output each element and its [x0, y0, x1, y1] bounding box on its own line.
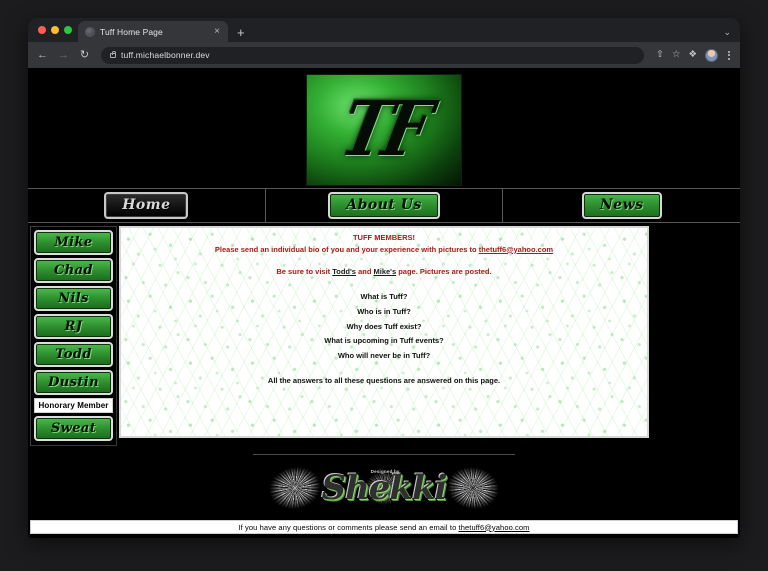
nav-cell-about-us: About Us [266, 189, 504, 222]
browser-toolbar: ← → ↻ tuff.michaelbonner.dev ⇧ ☆ ❖ [28, 42, 740, 68]
member-button-rj[interactable]: RJ [34, 314, 113, 339]
favicon-icon [85, 26, 95, 37]
designer-name: Shekki [321, 467, 448, 508]
todd-page-link[interactable]: Todd's [332, 267, 356, 276]
share-icon[interactable]: ⇧ [656, 50, 664, 60]
back-button[interactable]: ← [36, 49, 49, 61]
question-item: What is Tuff? [360, 292, 408, 302]
member-button-todd[interactable]: Todd [34, 342, 113, 367]
content-panel: TUFF MEMBERS! Please send an individual … [119, 226, 649, 438]
answers-line: All the answers to all these questions a… [267, 376, 501, 386]
chevron-down-icon[interactable]: ⌄ [723, 27, 731, 38]
tab-title: Tuff Home Page [100, 26, 163, 37]
site-banner: TF [28, 68, 740, 188]
member-button-sweat[interactable]: Sweat [34, 416, 113, 441]
nav-button-home[interactable]: Home [104, 192, 189, 219]
bio-email-link[interactable]: thetuff6@yahoo.com [479, 245, 553, 254]
footer-contact-line: If you have any questions or comments pl… [238, 523, 529, 532]
footer-email-link[interactable]: thetuff6@yahoo.com [459, 523, 530, 532]
address-bar[interactable]: tuff.michaelbonner.dev [101, 46, 644, 64]
bookmark-star-icon[interactable]: ☆ [672, 50, 681, 60]
question-item: Who will never be in Tuff? [337, 350, 431, 360]
page-body: Mike Chad Nils RJ Todd Dustin Honorary M… [28, 223, 740, 446]
question-item: Why does Tuff exist? [346, 321, 422, 331]
tuff-logo-text: TF [334, 85, 435, 174]
lock-icon [110, 51, 116, 58]
browser-tab[interactable]: Tuff Home Page × [78, 21, 228, 42]
question-item: What is upcoming in Tuff events? [324, 336, 444, 346]
minimize-window-button[interactable] [51, 26, 59, 34]
extensions-icon[interactable]: ❖ [688, 50, 697, 60]
profile-avatar[interactable] [705, 48, 718, 62]
window-controls [36, 18, 78, 42]
visit-suffix-text: page. Pictures are posted. [396, 267, 492, 277]
nav-button-news[interactable]: News [581, 192, 662, 219]
new-tab-button[interactable]: + [237, 26, 245, 39]
visit-pages-line: Be sure to visit Todd's and Mike's page.… [131, 267, 637, 276]
nav-cell-news: News [503, 189, 740, 222]
maximize-window-button[interactable] [64, 26, 72, 34]
designed-by-label: Designed by [370, 469, 400, 474]
members-sidebar: Mike Chad Nils RJ Todd Dustin Honorary M… [30, 226, 117, 446]
visit-prefix-text: Be sure to visit [276, 267, 333, 277]
visit-mid-text: and [355, 267, 374, 277]
member-button-dustin[interactable]: Dustin [34, 370, 113, 395]
page-footer: If you have any questions or comments pl… [30, 520, 738, 534]
content-heading-block: TUFF MEMBERS! Please send an individual … [131, 232, 637, 255]
browser-menu-icon[interactable] [726, 50, 732, 60]
forward-button[interactable]: → [57, 49, 70, 61]
member-button-nils[interactable]: Nils [34, 286, 113, 311]
honorary-member-label: Honorary Member [34, 398, 113, 413]
content-heading: TUFF MEMBERS! [352, 233, 416, 242]
member-button-mike[interactable]: Mike [34, 230, 113, 255]
address-bar-url: tuff.michaelbonner.dev [121, 50, 210, 60]
footer-text: If you have any questions or comments pl… [238, 522, 459, 532]
questions-list: What is Tuff? Who is in Tuff? Why does T… [131, 290, 637, 363]
close-tab-icon[interactable]: × [213, 26, 221, 37]
tab-strip: Tuff Home Page × + ⌄ [28, 18, 740, 42]
mike-page-link[interactable]: Mike's [374, 267, 397, 276]
page-viewport: TF Home About Us News Mike Chad Nils RJ [28, 68, 740, 538]
bio-request-line: Please send an individual bio of you and… [131, 244, 637, 256]
bio-request-text: Please send an individual bio of you and… [214, 244, 479, 254]
member-button-chad[interactable]: Chad [34, 258, 113, 283]
browser-window: Tuff Home Page × + ⌄ ← → ↻ tuff.michaelb… [28, 18, 740, 538]
close-window-button[interactable] [38, 26, 46, 34]
shekki-graphic: Designed by Shekki [253, 454, 515, 520]
reload-button[interactable]: ↻ [78, 49, 91, 61]
designer-credit-banner: Designed by Shekki [28, 454, 740, 524]
nav-button-about-us[interactable]: About Us [328, 192, 440, 219]
nav-cell-home: Home [28, 189, 266, 222]
tuff-logo-image: TF [306, 74, 462, 186]
question-item: Who is in Tuff? [357, 306, 411, 316]
main-navigation: Home About Us News [28, 188, 740, 223]
